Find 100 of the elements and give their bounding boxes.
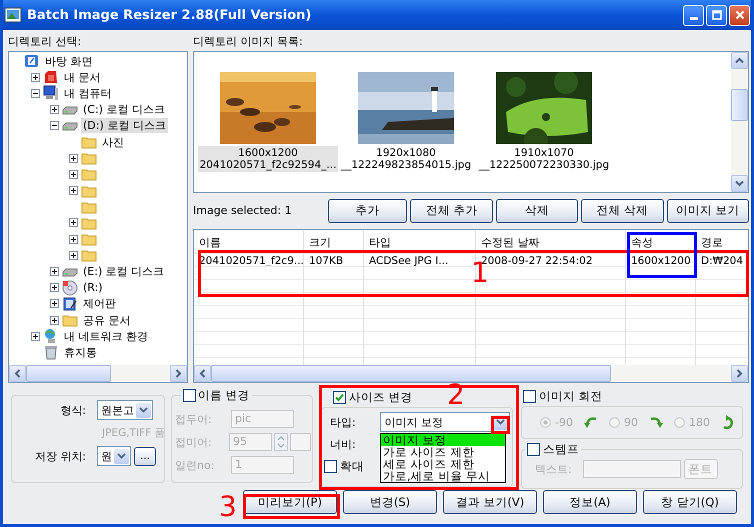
panel-label: 디렉토리 선택: xyxy=(8,34,82,50)
checkbox[interactable] xyxy=(183,388,196,402)
scrollbar[interactable] xyxy=(194,365,748,382)
scrollbar[interactable] xyxy=(9,365,187,382)
radio-button[interactable] xyxy=(674,417,685,428)
minimize-icon xyxy=(690,16,698,20)
thumbnail-caption[interactable]: 1600x1200 2041020571_f2c92594_... xyxy=(198,146,338,172)
dropdown-option[interactable]: 세로 사이즈 제한 xyxy=(381,458,505,470)
maximize-icon xyxy=(712,10,722,20)
field-label: 접두어: xyxy=(175,412,213,426)
plus-icon[interactable] xyxy=(69,186,78,196)
dropdown-button[interactable] xyxy=(114,448,129,464)
scroll-up-button[interactable] xyxy=(731,52,748,69)
format-select[interactable]: 원본고 xyxy=(97,400,153,420)
chevron-left-icon xyxy=(14,369,21,378)
dialog-button[interactable]: 정보(A) xyxy=(543,490,637,514)
chevron-down-icon xyxy=(139,407,148,413)
plus-icon[interactable] xyxy=(31,72,40,82)
plus-icon[interactable] xyxy=(50,316,59,325)
tree-item[interactable]: 내 네트워크 환경 xyxy=(62,328,150,344)
plus-icon[interactable] xyxy=(69,234,78,244)
window-title: Batch Image Resizer 2.88(Full Version) xyxy=(27,8,312,22)
scroll-left-button[interactable] xyxy=(194,365,211,382)
minimize-button[interactable] xyxy=(683,4,704,26)
plus-icon[interactable] xyxy=(69,218,78,228)
chevron-down-icon xyxy=(117,453,126,459)
tree-item[interactable]: 내 컴퓨터 xyxy=(62,86,114,101)
checkbox-label[interactable]: 사이즈 변경 xyxy=(349,390,413,405)
dialog-button[interactable]: 창 닫기(Q) xyxy=(643,490,737,514)
close-button[interactable] xyxy=(729,4,750,26)
checkbox[interactable] xyxy=(523,390,536,404)
scroll-thumb[interactable] xyxy=(731,89,748,121)
dropdown-option[interactable]: 가로 사이즈 제한 xyxy=(381,446,505,458)
scroll-right-button[interactable] xyxy=(731,365,748,382)
tree-item[interactable]: (C:) 로컬 디스크 xyxy=(81,102,167,118)
plus-icon[interactable] xyxy=(69,250,78,260)
thumbnail-caption[interactable]: 1910x1070 __122250072230330.jpg xyxy=(476,146,612,172)
plus-icon[interactable] xyxy=(50,299,59,308)
app-icon xyxy=(4,6,22,24)
tree-item[interactable]: 바탕 화면 xyxy=(43,54,94,69)
field-label: 텍스트: xyxy=(535,462,572,477)
radio-button[interactable] xyxy=(608,417,620,428)
tree-item[interactable]: 사진 xyxy=(100,134,126,150)
documents-icon xyxy=(43,69,59,86)
tree-item[interactable]: (E:) 로컬 디스크 xyxy=(81,264,166,280)
radio-button[interactable] xyxy=(540,417,551,428)
chevron-up-icon xyxy=(735,57,744,64)
dropdown-option[interactable]: 이미지 보정 xyxy=(381,434,505,446)
plus-icon[interactable] xyxy=(69,154,78,163)
type-select[interactable]: 이미지 보정 xyxy=(380,412,510,432)
toolbar-button[interactable]: 이미지 보기 xyxy=(666,198,749,222)
maximize-button[interactable] xyxy=(706,4,727,26)
dropdown-button[interactable] xyxy=(136,402,151,418)
disc-icon xyxy=(62,280,78,296)
tree-item[interactable]: (D:) 로컬 디스크 xyxy=(81,118,168,134)
tree-item[interactable]: 내 문서 xyxy=(62,70,102,85)
field-label: 저장 위치: xyxy=(34,448,87,464)
checkbox-label[interactable]: 이름 변경 xyxy=(198,388,250,402)
minus-icon[interactable] xyxy=(50,121,59,130)
status-text: Image selected: 1 xyxy=(193,204,293,217)
chevron-left-icon xyxy=(199,369,206,378)
chevron-down-icon xyxy=(735,180,744,187)
location-select[interactable]: 원 xyxy=(97,446,131,466)
plus-icon[interactable] xyxy=(50,105,59,114)
checkbox-label[interactable]: 확대 xyxy=(340,458,364,474)
scroll-thumb[interactable] xyxy=(26,365,111,382)
dropdown-option[interactable]: 가로,세로 비율 무시 xyxy=(381,470,505,482)
scroll-thumb[interactable] xyxy=(211,365,611,382)
toolbar-button[interactable]: 삭제 xyxy=(496,198,578,222)
checkbox[interactable] xyxy=(324,460,337,472)
checkbox[interactable] xyxy=(527,442,540,456)
scroll-left-button[interactable] xyxy=(9,365,26,382)
field-label: 너비: xyxy=(329,436,357,452)
toolbar-button[interactable]: 전체 추가 xyxy=(410,198,493,222)
close-icon xyxy=(734,10,744,20)
tree-item[interactable]: 공유 문서 xyxy=(81,312,132,328)
checkbox[interactable] xyxy=(333,391,346,404)
scroll-right-button[interactable] xyxy=(170,365,187,382)
checkbox-label[interactable]: 이미지 회전 xyxy=(539,389,603,404)
plus-icon[interactable] xyxy=(50,283,59,292)
plus-icon[interactable] xyxy=(50,267,59,276)
toolbar-button[interactable]: 추가 xyxy=(328,198,408,222)
scroll-down-button[interactable] xyxy=(731,175,748,192)
field-label: 타입: xyxy=(329,414,357,430)
browse-button[interactable]: ... xyxy=(134,446,156,466)
input-field[interactable] xyxy=(582,460,681,478)
plus-icon[interactable] xyxy=(69,170,78,179)
thumbnail-caption[interactable]: 1920x1080 __122249823854015.jpg xyxy=(338,146,474,172)
plus-icon[interactable] xyxy=(31,332,40,341)
input-field[interactable] xyxy=(290,433,311,451)
dialog-button[interactable]: 결과 보기(V) xyxy=(443,490,537,514)
checkbox-label[interactable]: 스템프 xyxy=(543,442,579,457)
tree-item[interactable]: 제어판 xyxy=(81,296,118,312)
toolbar-button[interactable]: 전체 삭제 xyxy=(581,198,664,222)
tree-item[interactable]: 휴지통 xyxy=(62,344,99,360)
minus-icon[interactable] xyxy=(31,88,40,98)
annotation-number: 3 xyxy=(219,492,237,522)
tree-item[interactable]: (R:) xyxy=(81,280,105,296)
dialog-button[interactable]: 변경(S) xyxy=(343,490,437,514)
scrollbar[interactable] xyxy=(731,52,748,192)
